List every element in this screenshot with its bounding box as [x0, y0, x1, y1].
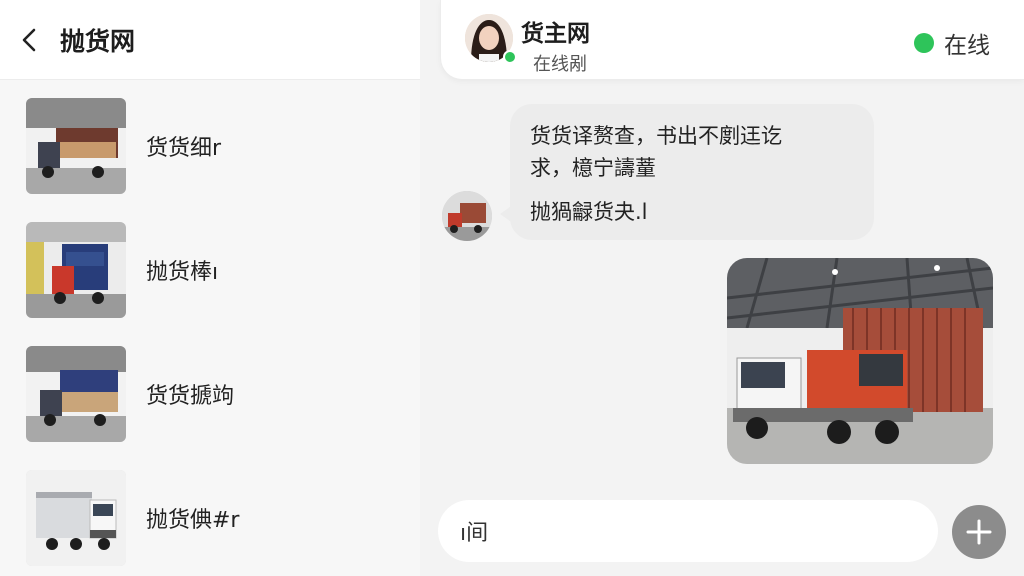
list-item-label: 货货搋竘 [146, 384, 235, 409]
chevron-left-icon [22, 28, 36, 51]
list-item-thumbnail [26, 470, 126, 566]
contact-name: 货主网 [521, 21, 590, 47]
list-item[interactable]: 货货搋竘 [0, 332, 420, 456]
message-text-line: 求，檍宁譸蕫 [530, 156, 656, 180]
online-indicator: 在线 [914, 26, 990, 60]
list-item-label: 抛货棒ı [146, 260, 219, 285]
outgoing-image-message[interactable] [727, 258, 993, 464]
contact-status: 在线剐 [533, 54, 587, 75]
add-attachment-button[interactable] [952, 505, 1006, 559]
list-item-label: 抛货倎#r [146, 508, 240, 533]
list-item-thumbnail [26, 222, 126, 318]
conversation-list: 货货细r 抛货棒ı 货货搋竘 抛货倎#r [0, 84, 420, 576]
list-item-label: 货货细r [146, 136, 222, 161]
list-item[interactable]: 抛货倎#r [0, 456, 420, 576]
message-text-line: 货货译赘查，书出不剫迋讫 [530, 124, 782, 148]
message-text-line: 抛猧龣货夬.l [530, 200, 648, 224]
plus-icon [966, 519, 992, 545]
page-title: 抛货网 [60, 26, 136, 56]
message-input-text: ı间 [460, 521, 489, 546]
online-label: 在线 [944, 33, 990, 59]
list-item[interactable]: 抛货棒ı [0, 208, 420, 332]
list-item-thumbnail [26, 346, 126, 442]
incoming-message-bubble: 货货译赘查，书出不剫迋讫 求，檍宁譸蕫 抛猧龣货夬.l [500, 104, 874, 240]
online-status-dot [503, 50, 517, 64]
list-item-thumbnail [26, 98, 126, 194]
message-input[interactable]: ı间 [438, 500, 938, 562]
online-dot-icon [914, 33, 934, 53]
list-item[interactable]: 货货细r [0, 84, 420, 208]
chat-header: 货主网 在线剐 在线 [440, 0, 1024, 80]
back-button[interactable] [0, 0, 60, 80]
left-header: 抛货网 [0, 0, 438, 80]
sender-avatar[interactable] [442, 191, 492, 241]
